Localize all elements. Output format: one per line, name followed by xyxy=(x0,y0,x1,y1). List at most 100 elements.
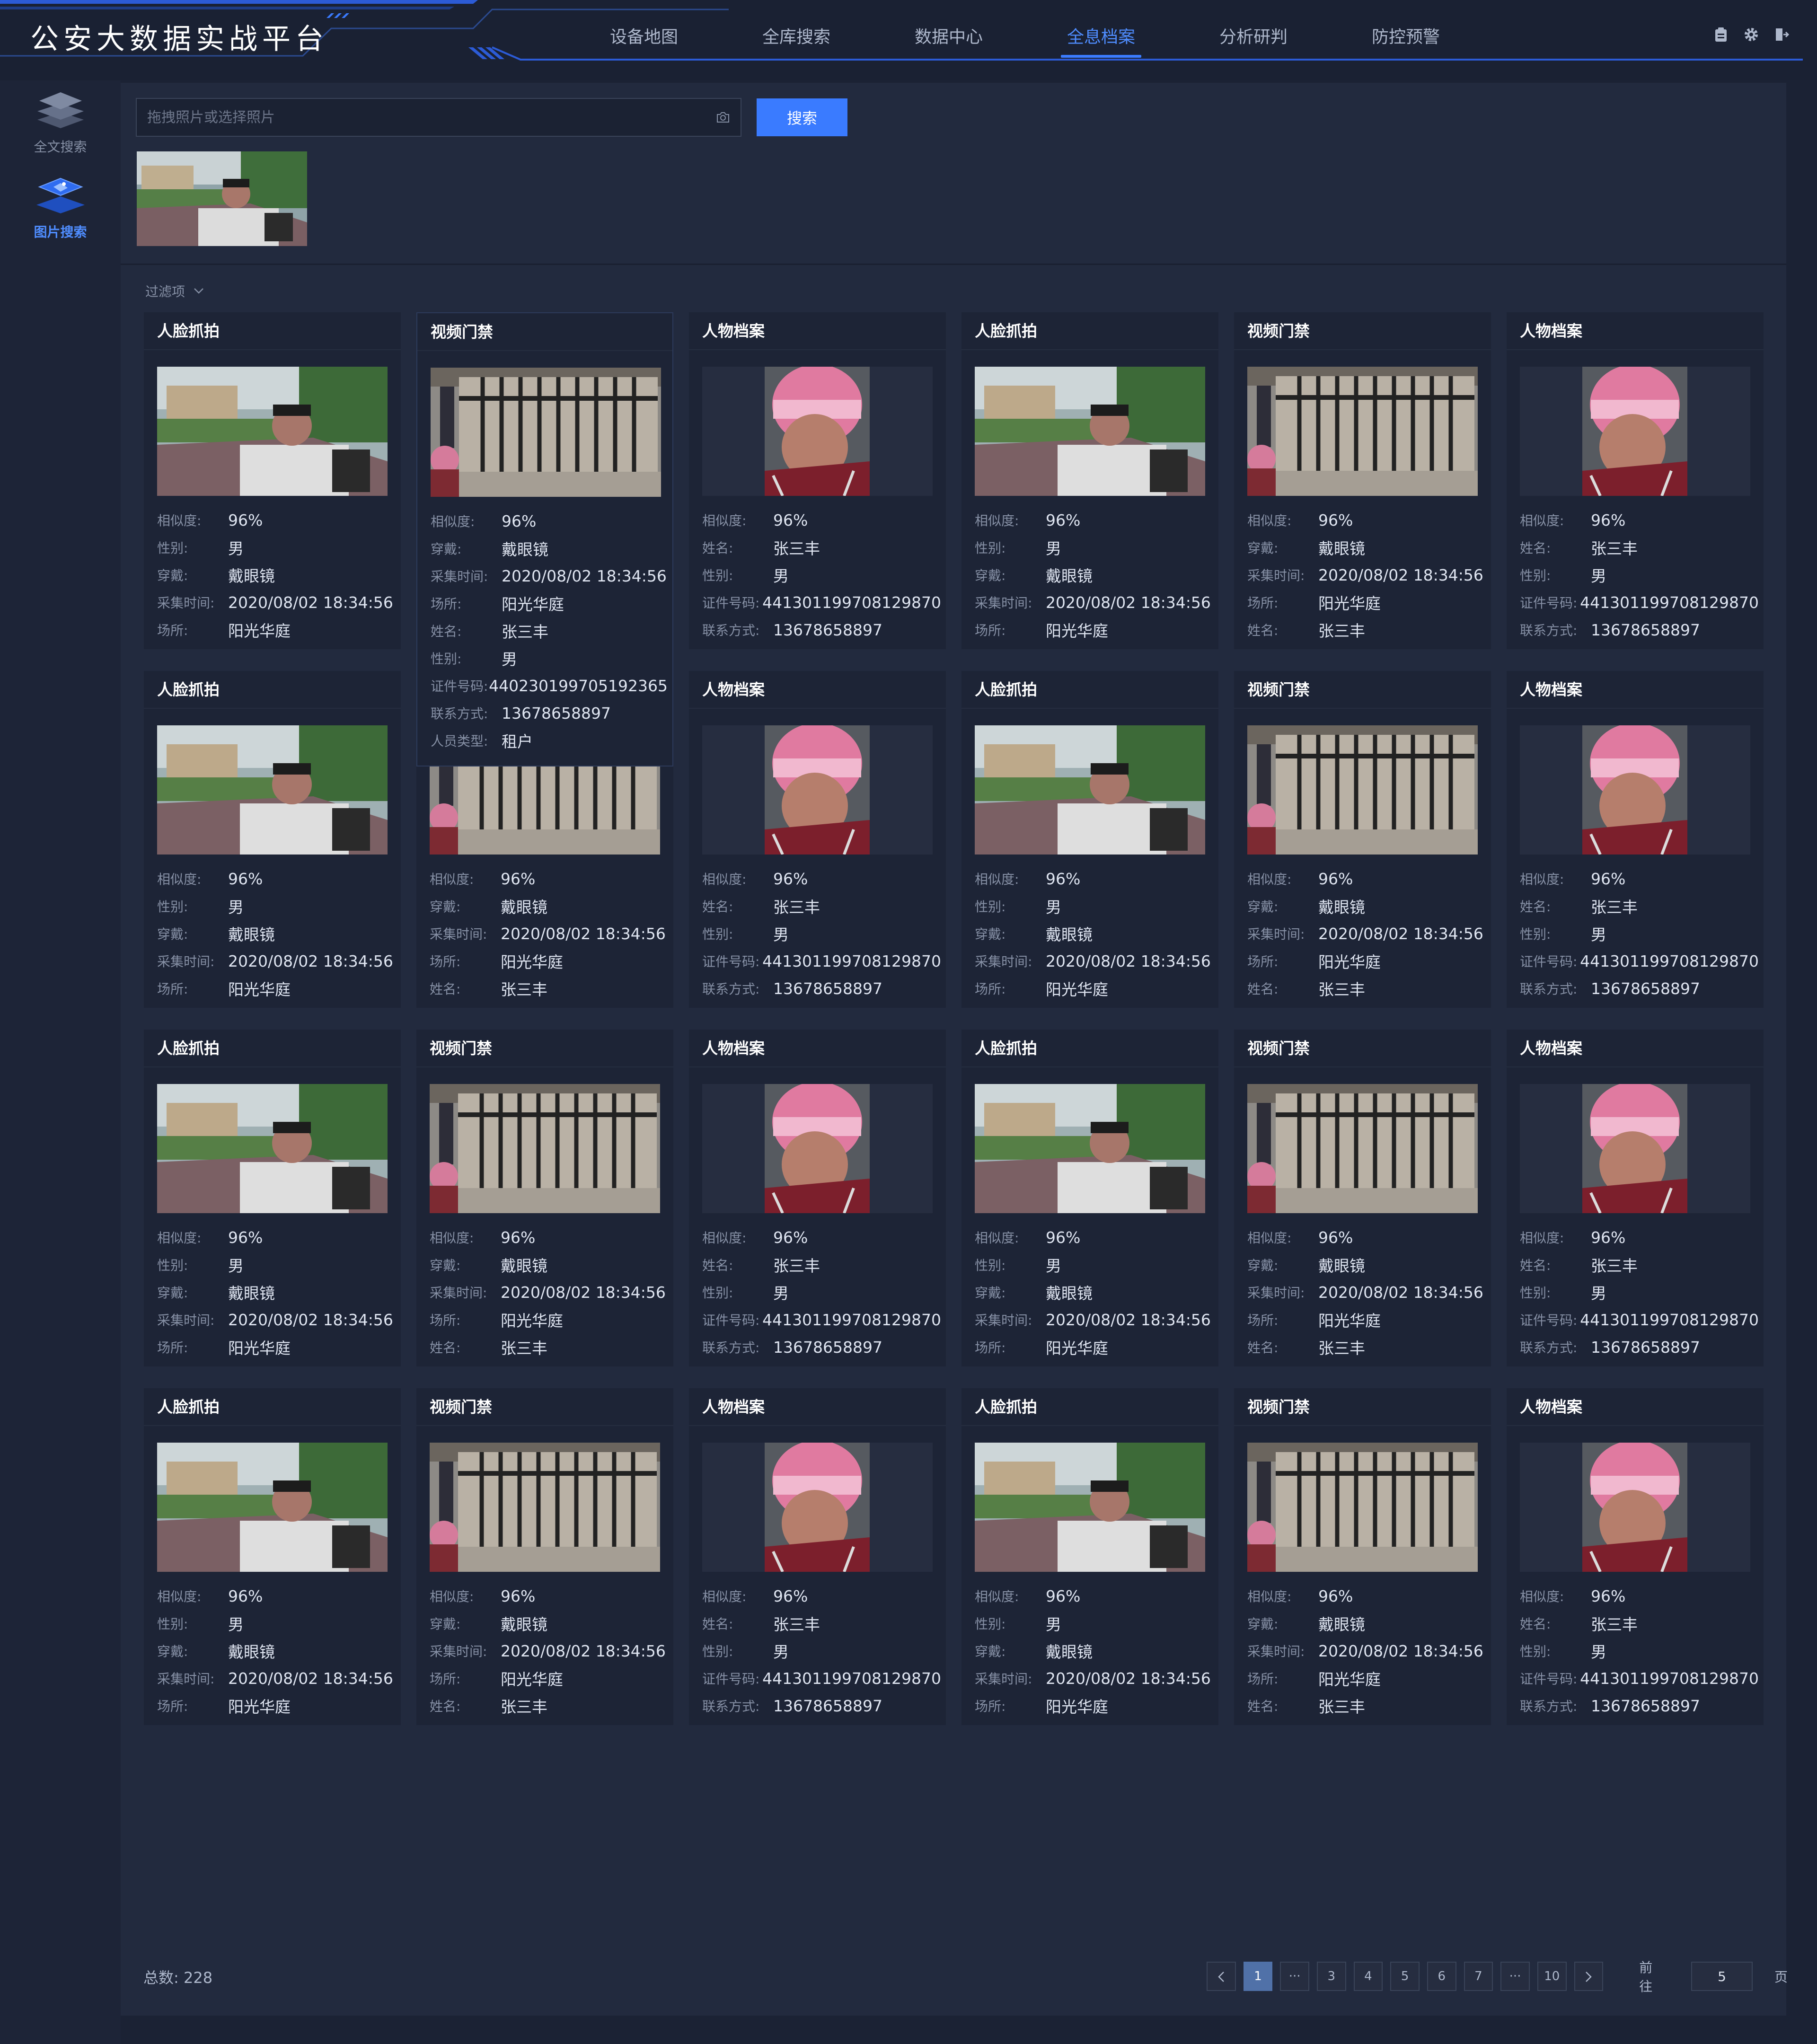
card-photo[interactable] xyxy=(702,1084,933,1213)
result-card[interactable]: 视频门禁相似度: 96% 穿戴: 戴眼镜采集时间: 2020/08/02 18:34:5… xyxy=(416,1388,673,1725)
field-value: 张三丰 xyxy=(501,1339,547,1357)
card-photo[interactable] xyxy=(157,367,388,496)
result-card[interactable]: 人脸抓拍 相似度: 96% 性别: 男穿戴: 戴眼镜 采集时间: 2020/08/02 18:… xyxy=(144,1030,401,1366)
result-card[interactable]: 人脸抓拍 相似度: 96% 性别: 男穿戴: 戴眼镜 采集时间: 2020/08/02 18:… xyxy=(144,312,401,649)
result-card[interactable]: 视频门禁相似度: 96% 穿戴: 戴眼镜采集时间: 2020/08/02 18:34:5… xyxy=(1234,671,1491,1008)
nav-full-search[interactable]: 全库搜索 xyxy=(720,23,873,61)
prev-page-button[interactable] xyxy=(1207,1962,1236,1991)
query-image-thumbnail[interactable] xyxy=(137,151,307,246)
result-card[interactable]: 视频门禁相似度: 96% 穿戴: 戴眼镜采集时间: 2020/08/02 18:34:5… xyxy=(1234,312,1491,649)
result-card[interactable]: 人脸抓拍 相似度: 96% 性别: 男穿戴: 戴眼镜 采集时间: 2020/08/02 18:… xyxy=(961,312,1218,649)
card-photo[interactable] xyxy=(157,725,388,855)
card-photo[interactable] xyxy=(157,1443,388,1572)
result-card[interactable]: 视频门禁相似度: 96% 穿戴: 戴眼镜采集时间: 2020/08/02 18:34:5… xyxy=(1234,1388,1491,1725)
field-row-gender: 性别: 男 xyxy=(975,1251,1214,1278)
result-card[interactable]: 人物档案 相似度: 96% 姓名: 张三丰 性别: 男证件号码: 44130119970812… xyxy=(689,1388,946,1725)
result-card[interactable]: 人物档案 相似度: 96% 姓名: 张三丰 性别: 男证件号码: 44130119970812… xyxy=(1507,1030,1764,1366)
field-row-similarity: 相似度: 96% xyxy=(1247,865,1486,892)
nav-data-center[interactable]: 数据中心 xyxy=(873,23,1025,61)
card-photo[interactable] xyxy=(702,725,933,855)
page-button[interactable]: 10 xyxy=(1537,1962,1567,1991)
card-photo[interactable] xyxy=(975,1084,1205,1213)
nav-holographic-archive[interactable]: 全息档案 xyxy=(1025,23,1177,61)
sidebar-item-image-search[interactable]: 图片搜索 xyxy=(0,173,121,241)
page-button[interactable]: 6 xyxy=(1427,1962,1456,1991)
card-photo[interactable] xyxy=(1247,725,1478,855)
result-card[interactable]: 人脸抓拍 相似度: 96% 性别: 男穿戴: 戴眼镜 采集时间: 2020/08/02 18:… xyxy=(144,1388,401,1725)
result-card[interactable]: 人物档案 相似度: 96% 姓名: 张三丰 性别: 男证件号码: 44130119970812… xyxy=(689,671,946,1008)
goto-page-input[interactable] xyxy=(1691,1962,1753,1991)
page-button[interactable]: 1 xyxy=(1243,1962,1273,1991)
result-card-expanded[interactable]: 视频门禁 相似度: 96% 穿戴: 戴眼镜 采集时间: 2020/08/02 18:34:5… xyxy=(416,312,673,766)
nav-device-map[interactable]: 设备地图 xyxy=(568,23,720,61)
field-value: 戴眼镜 xyxy=(501,898,547,916)
card-photo[interactable] xyxy=(1247,1084,1478,1213)
sidebar-item-full-text-search[interactable]: 全文搜索 xyxy=(0,88,121,156)
field-label: 场所: xyxy=(157,1340,188,1356)
card-photo[interactable] xyxy=(1520,1443,1750,1572)
clipboard-icon[interactable] xyxy=(1713,26,1729,43)
result-card[interactable]: 人脸抓拍 相似度: 96% 性别: 男穿戴: 戴眼镜 采集时间: 2020/08/02 18:… xyxy=(961,671,1218,1008)
field-value: 13678658897 xyxy=(1591,979,1700,998)
field-label: 穿戴: xyxy=(975,1285,1006,1301)
card-photo[interactable] xyxy=(1520,1084,1750,1213)
image-search-input[interactable] xyxy=(147,109,716,126)
card-photo[interactable] xyxy=(1520,367,1750,496)
field-label: 性别: xyxy=(702,1285,733,1301)
card-type-title: 人脸抓拍 xyxy=(961,312,1218,350)
card-photo[interactable] xyxy=(157,1084,388,1213)
card-fields: 相似度: 96% 姓名: 张三丰 性别: 男证件号码: 441301199708129870… xyxy=(702,865,941,1002)
page-button[interactable]: 7 xyxy=(1464,1962,1493,1991)
card-fields: 相似度: 96% 穿戴: 戴眼镜 采集时间: 2020/08/02 18:34:56 场所:… xyxy=(1247,865,1486,1002)
result-card[interactable]: 人脸抓拍 相似度: 96% 性别: 男穿戴: 戴眼镜 采集时间: 2020/08/02 18:… xyxy=(961,1030,1218,1366)
field-row-id-number: 证件号码: 441301199708129870 xyxy=(702,947,941,975)
card-photo[interactable] xyxy=(1247,367,1478,496)
nav-prevention-alert[interactable]: 防控预警 xyxy=(1330,23,1482,61)
card-photo[interactable] xyxy=(975,367,1205,496)
card-type-title: 人脸抓拍 xyxy=(144,312,401,350)
result-card[interactable]: 视频门禁相似度: 96% 穿戴: 戴眼镜采集时间: 2020/08/02 18:34:5… xyxy=(1234,1030,1491,1366)
field-row-id-number: 证件号码: 441301199708129870 xyxy=(702,589,941,616)
card-photo[interactable] xyxy=(702,1443,933,1572)
card-type-title: 视频门禁 xyxy=(416,1388,673,1426)
camera-icon[interactable] xyxy=(716,111,730,123)
result-card[interactable]: 人物档案 相似度: 96% 姓名: 张三丰 性别: 男证件号码: 44130119970812… xyxy=(689,1030,946,1366)
gear-icon[interactable] xyxy=(1743,26,1759,43)
card-photo[interactable] xyxy=(1247,1443,1478,1572)
result-card[interactable]: 视频门禁相似度: 96% 穿戴: 戴眼镜采集时间: 2020/08/02 18:34:5… xyxy=(416,1030,673,1366)
card-photo[interactable] xyxy=(975,725,1205,855)
field-value: 13678658897 xyxy=(773,979,882,998)
result-card[interactable]: 人物档案 相似度: 96% 姓名: 张三丰 性别: 男证件号码: 44130119970812… xyxy=(1507,671,1764,1008)
page-ellipsis[interactable]: ··· xyxy=(1280,1962,1309,1991)
card-photo[interactable] xyxy=(430,1443,660,1572)
nav-analysis[interactable]: 分析研判 xyxy=(1177,23,1330,61)
filter-toggle[interactable]: 过滤项 xyxy=(145,282,204,300)
card-photo[interactable] xyxy=(430,1084,660,1213)
field-label: 场所: xyxy=(975,1699,1006,1714)
next-page-button[interactable] xyxy=(1574,1962,1604,1991)
field-value: 96% xyxy=(1318,1586,1353,1605)
result-card[interactable]: 人物档案 相似度: 96% 姓名: 张三丰 性别: 男证件号码: 44130119970812… xyxy=(1507,312,1764,649)
result-card[interactable]: 人脸抓拍 相似度: 96% 性别: 男穿戴: 戴眼镜 采集时间: 2020/08/02 18:… xyxy=(144,671,401,1008)
result-card[interactable]: 人物档案 相似度: 96% 姓名: 张三丰 性别: 男证件号码: 44130119970812… xyxy=(689,312,946,649)
field-value: 戴眼镜 xyxy=(502,540,548,559)
field-value: 2020/08/02 18:34:56 xyxy=(1046,593,1211,612)
page-ellipsis[interactable]: ··· xyxy=(1500,1962,1530,1991)
field-label: 性别: xyxy=(975,540,1006,556)
card-photo[interactable] xyxy=(975,1443,1205,1572)
field-row-location: 场所: 阳光华庭 xyxy=(157,616,396,643)
page-button[interactable]: 5 xyxy=(1390,1962,1420,1991)
result-card[interactable]: 人脸抓拍 相似度: 96% 性别: 男穿戴: 戴眼镜 采集时间: 2020/08/02 18:… xyxy=(961,1388,1218,1725)
result-card[interactable]: 人物档案 相似度: 96% 姓名: 张三丰 性别: 男证件号码: 44130119970812… xyxy=(1507,1388,1764,1725)
page-button[interactable]: 4 xyxy=(1353,1962,1383,1991)
field-row-id-number: 证件号码: 441301199708129870 xyxy=(1520,1665,1759,1692)
search-button[interactable]: 搜索 xyxy=(757,98,847,136)
field-row-name: 姓名: 张三丰 xyxy=(702,534,941,561)
logout-icon[interactable] xyxy=(1773,26,1790,43)
field-label: 相似度: xyxy=(975,1230,1019,1246)
sidebar-item-label: 全文搜索 xyxy=(34,139,87,155)
card-photo[interactable] xyxy=(1520,725,1750,855)
page-button[interactable]: 3 xyxy=(1316,1962,1346,1991)
card-photo[interactable] xyxy=(702,367,933,496)
card-photo[interactable] xyxy=(431,368,661,497)
